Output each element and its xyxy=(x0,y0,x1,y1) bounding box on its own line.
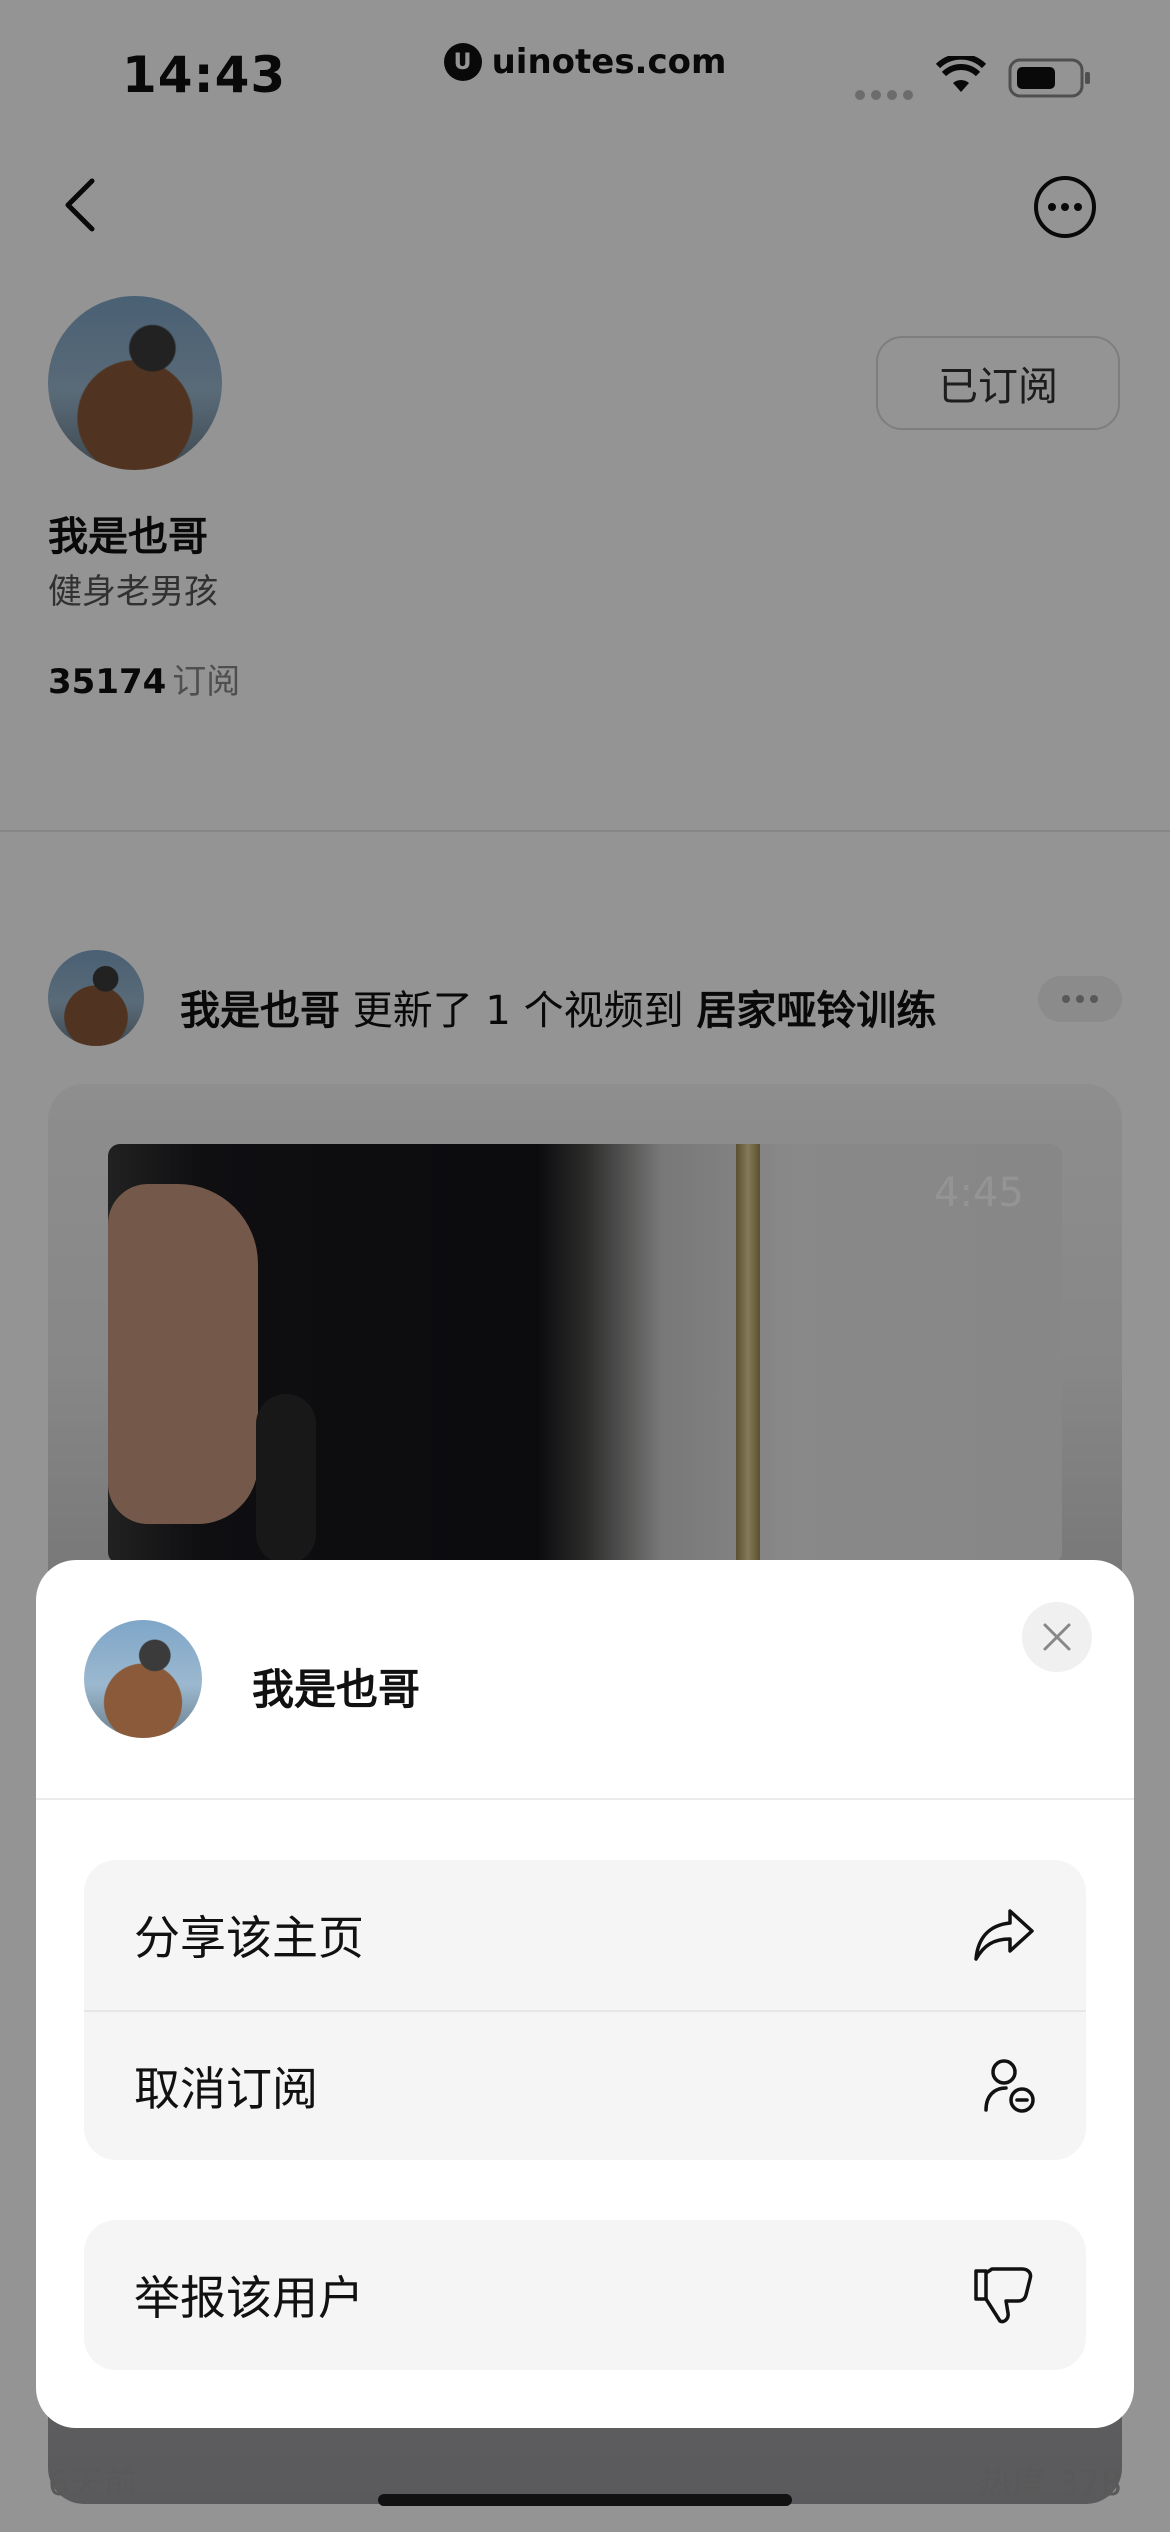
sheet-divider xyxy=(36,1798,1134,1800)
close-icon xyxy=(1043,1623,1071,1651)
close-button[interactable] xyxy=(1022,1602,1092,1672)
unsubscribe-label: 取消订阅 xyxy=(134,2062,318,2116)
share-profile-option[interactable]: 分享该主页 xyxy=(84,1860,1086,2010)
report-user-option[interactable]: 举报该用户 xyxy=(84,2220,1086,2370)
sheet-user-name: 我是也哥 xyxy=(252,1665,421,1714)
sheet-avatar xyxy=(84,1620,202,1738)
sheet-options-group: 分享该主页 取消订阅 xyxy=(84,1860,1086,2160)
report-user-label: 举报该用户 xyxy=(134,2271,364,2325)
share-profile-label: 分享该主页 xyxy=(134,1911,364,1965)
thumbs-down-icon xyxy=(974,2267,1033,2324)
share-icon xyxy=(974,1909,1034,1961)
home-indicator xyxy=(378,2494,792,2506)
unsubscribe-user-icon xyxy=(984,2059,1035,2113)
unsubscribe-option[interactable]: 取消订阅 xyxy=(84,2010,1086,2160)
sheet-report-group: 举报该用户 xyxy=(84,2220,1086,2370)
